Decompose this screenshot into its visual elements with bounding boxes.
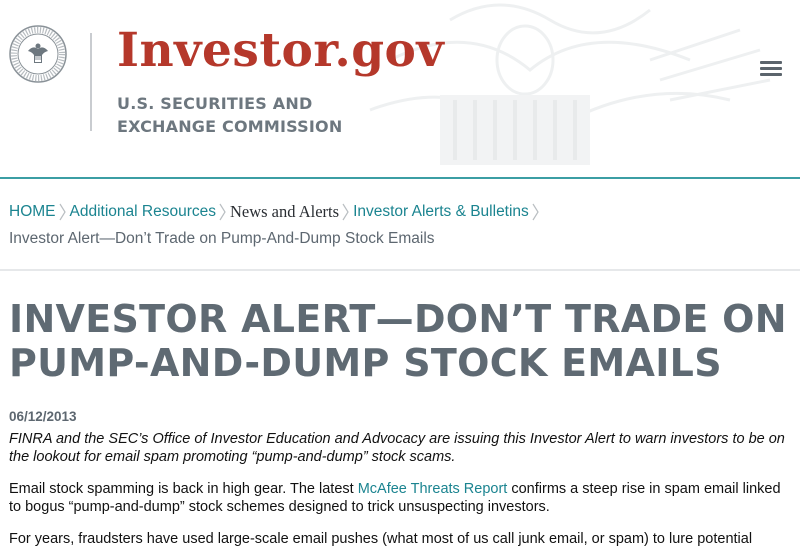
page-title-line-2: PUMP-AND-DUMP STOCK EMAILS: [9, 341, 722, 385]
menu-icon-bar: [760, 67, 782, 70]
article-paragraph-1: Email stock spamming is back in high gea…: [9, 480, 794, 516]
paragraph-2-line-1: For years, fraudsters have used large-sc…: [9, 531, 753, 547]
paragraph-1-text-after: confirms a steep rise in spam email link…: [507, 481, 781, 497]
breadcrumb-additional-resources-link[interactable]: Additional Resources: [70, 201, 216, 223]
page-title: INVESTOR ALERT—DON’T TRADE ON PUMP-AND-D…: [9, 297, 794, 385]
paragraph-1-line-2: to bogus “pump-and-dump” stock schemes d…: [9, 499, 550, 515]
breadcrumb-home-link[interactable]: HOME: [9, 201, 56, 223]
breadcrumb: HOME Additional Resources News and Alert…: [9, 201, 794, 250]
mcafee-threats-report-link[interactable]: McAfee Threats Report: [358, 481, 508, 497]
chevron-right-icon: [56, 201, 70, 223]
sec-seal-icon: [9, 25, 67, 83]
lede-line-2: the lookout for email spam promoting “pu…: [9, 449, 456, 465]
breadcrumb-investor-alerts-link[interactable]: Investor Alerts & Bulletins: [353, 201, 529, 223]
breadcrumb-divider: [0, 269, 800, 271]
lede-line-1: FINRA and the SEC’s Office of Investor E…: [9, 431, 785, 447]
page-title-line-1: INVESTOR ALERT—DON’T TRADE ON: [9, 297, 787, 341]
agency-name: U.S. SECURITIES AND EXCHANGE COMMISSION: [117, 92, 342, 138]
article-paragraph-2: For years, fraudsters have used large-sc…: [9, 530, 794, 548]
paragraph-1-line-1: Email stock spamming is back in high gea…: [9, 480, 794, 498]
publish-date: 06/12/2013: [9, 409, 77, 424]
article-lede: FINRA and the SEC’s Office of Investor E…: [9, 430, 794, 466]
agency-line-2: EXCHANGE COMMISSION: [117, 117, 343, 136]
breadcrumb-news-and-alerts: News and Alerts: [229, 202, 340, 221]
paragraph-1-text: Email stock spamming is back in high gea…: [9, 481, 358, 497]
menu-icon-bar: [760, 61, 782, 64]
breadcrumb-current-page: Investor Alert—Don’t Trade on Pump-And-D…: [9, 230, 435, 247]
chevron-right-icon: [339, 201, 353, 223]
agency-line-1: U.S. SECURITIES AND: [117, 94, 313, 113]
breadcrumb-trail: HOME Additional Resources News and Alert…: [9, 201, 794, 223]
menu-icon-bar: [760, 73, 782, 76]
hamburger-menu-button[interactable]: [758, 58, 784, 82]
header-accent-line: [0, 177, 800, 179]
header-divider: [90, 33, 92, 131]
site-logo[interactable]: Investor.gov: [117, 23, 444, 78]
chevron-right-icon: [216, 201, 230, 223]
chevron-right-icon: [529, 201, 543, 223]
site-header: Investor.gov U.S. SECURITIES AND EXCHANG…: [0, 0, 800, 177]
